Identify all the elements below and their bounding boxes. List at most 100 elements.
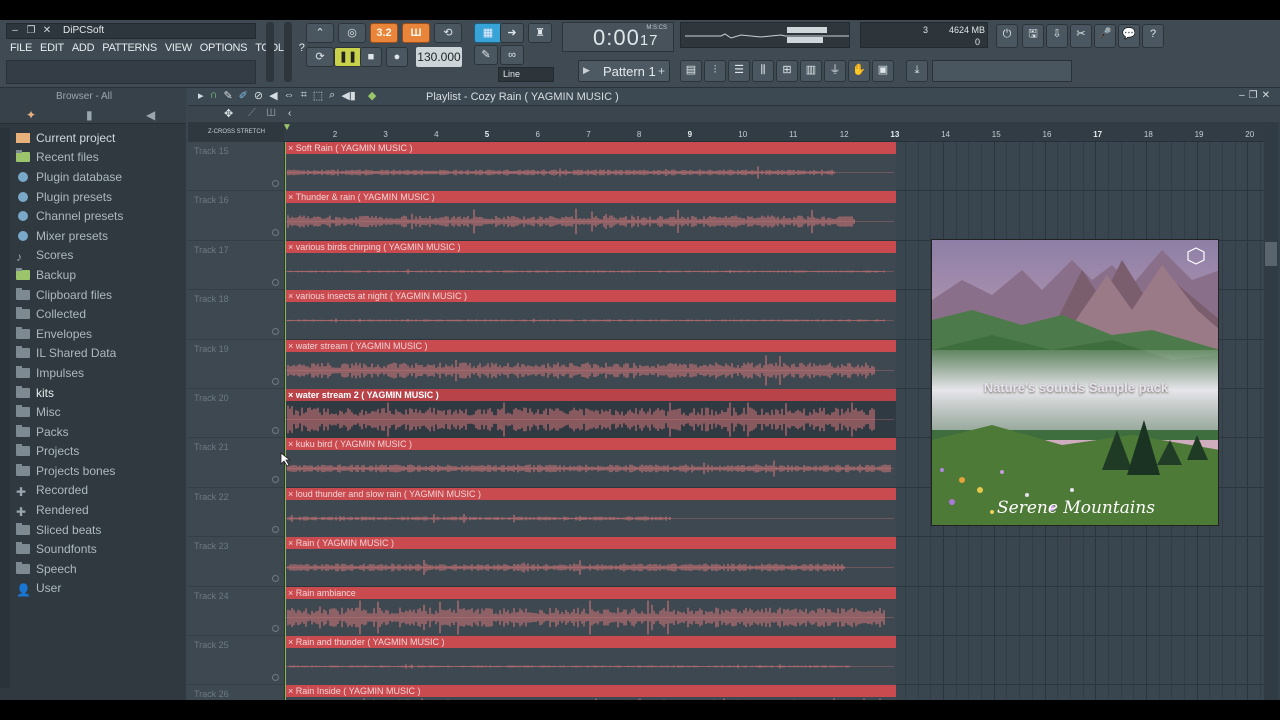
clip-close-icon[interactable]: × <box>288 637 296 647</box>
playhead[interactable] <box>285 142 286 700</box>
stop-button[interactable]: ■ <box>360 47 382 67</box>
clip-header[interactable]: × loud thunder and slow rain ( YAGMIN MU… <box>286 487 896 500</box>
touch-keyboard-icon[interactable]: ▣ <box>872 60 894 82</box>
browser-item-plugin-presets[interactable]: Plugin presets <box>10 187 186 207</box>
browser-icon[interactable]: ▥ <box>800 60 822 82</box>
clip-close-icon[interactable]: × <box>288 390 296 400</box>
track-header[interactable]: Track 24 <box>188 587 284 636</box>
vertical-scrollbar[interactable] <box>1264 122 1278 700</box>
typing-keyboard-button[interactable]: ▦ <box>474 23 502 43</box>
track-mute-led[interactable] <box>272 180 279 187</box>
track-mute-led[interactable] <box>272 427 279 434</box>
clip-close-icon[interactable]: × <box>288 242 296 252</box>
plugin-picker-icon[interactable]: ⊞ <box>776 60 798 82</box>
mixer-icon[interactable]: ⫼ <box>752 60 774 82</box>
clip-header[interactable]: × Rain Inside ( YAGMIN MUSIC ) <box>286 685 896 698</box>
piano-roll-icon[interactable]: ⫶ <box>704 60 726 82</box>
menu-view[interactable]: VIEW <box>161 40 196 58</box>
browser-item-recent-files[interactable]: Recent files <box>10 148 186 168</box>
clip-header[interactable]: × Rain ( YAGMIN MUSIC ) <box>286 537 896 550</box>
browser-item-backup[interactable]: Backup <box>10 265 186 285</box>
clip-close-icon[interactable]: × <box>288 143 296 153</box>
menu-add[interactable]: ADD <box>68 40 98 58</box>
browser-item-rendered[interactable]: ✚ Rendered <box>10 500 186 520</box>
browser-item-projects-bones[interactable]: Projects bones <box>10 461 186 481</box>
track-header[interactable]: Track 26 <box>188 685 284 700</box>
clip-close-icon[interactable]: × <box>288 489 296 499</box>
master-pitch-slider[interactable] <box>284 22 292 82</box>
track-mute-led[interactable] <box>272 328 279 336</box>
clip-close-icon[interactable]: × <box>288 588 296 598</box>
track-mute-led[interactable] <box>272 575 279 583</box>
browser-speaker-icon[interactable]: ◀ <box>146 108 155 122</box>
reset-icon[interactable]: ⏻ <box>996 24 1018 48</box>
track-header[interactable]: Track 21 <box>188 438 284 488</box>
tempo-display[interactable]: 130.000 <box>416 47 462 67</box>
render-icon[interactable]: ⇩ <box>1046 24 1068 48</box>
track-mute-led[interactable] <box>272 377 279 385</box>
vertical-scroll-thumb[interactable] <box>1265 242 1277 266</box>
track-mute-led[interactable] <box>272 476 279 484</box>
browser-item-plugin-database[interactable]: Plugin database <box>10 167 186 187</box>
audio-clip[interactable]: × Rain Inside ( YAGMIN MUSIC ) <box>286 685 896 700</box>
track-header[interactable]: Track 19 <box>188 340 284 389</box>
countdown-button[interactable]: 3.2 <box>370 23 398 43</box>
pattern-selector[interactable]: ▶ Pattern 1 + <box>578 60 670 82</box>
browser-item-user[interactable]: 👤 User <box>10 579 186 599</box>
timeline-ruler[interactable]: ▼ 2 3 4 5 6 7 8 9 10 11 12 13 14 15 16 17 18 19 20 <box>282 122 1264 142</box>
menu-file[interactable]: FILE <box>6 40 36 58</box>
cut-icon[interactable]: ✂ <box>1070 24 1092 48</box>
track-header[interactable]: Track 23 <box>188 537 284 587</box>
clip-close-icon[interactable]: × <box>288 439 296 449</box>
menu-patterns[interactable]: PATTERNS <box>98 40 161 58</box>
track-mute-led[interactable] <box>272 278 279 286</box>
tempo-tapper-icon[interactable]: ✋ <box>848 60 870 82</box>
draw-tool-icon[interactable]: ✎ <box>223 89 232 105</box>
track-header[interactable]: Track 18 <box>188 290 284 340</box>
audio-clip[interactable]: × various birds chirping ( YAGMIN MUSIC … <box>286 240 896 290</box>
audio-clip[interactable]: × Soft Rain ( YAGMIN MUSIC ) <box>286 142 896 191</box>
audio-clip[interactable]: × Rain and thunder ( YAGMIN MUSIC ) <box>286 636 896 685</box>
clip-header[interactable]: × various birds chirping ( YAGMIN MUSIC … <box>286 240 896 253</box>
browser-item-mixer-presets[interactable]: Mixer presets <box>10 226 186 246</box>
audio-clip[interactable]: × loud thunder and slow rain ( YAGMIN MU… <box>286 487 896 537</box>
track-header[interactable]: Track 16 <box>188 191 284 241</box>
track-mute-led[interactable] <box>272 229 279 237</box>
browser-collapse-icon[interactable]: ✦ <box>26 108 36 122</box>
pattern-prev-icon[interactable]: ▶ <box>583 65 590 76</box>
browser-scrollbar[interactable] <box>0 128 10 688</box>
clip-header[interactable]: × Rain ambiance <box>286 586 896 599</box>
wait-button[interactable]: ◎ <box>338 23 366 43</box>
clip-header[interactable]: × Rain and thunder ( YAGMIN MUSIC ) <box>286 636 896 648</box>
browser-item-current-project[interactable]: Current project <box>10 128 186 148</box>
browser-item-collected[interactable]: Collected <box>10 304 186 324</box>
blend-button[interactable]: Ш <box>402 23 430 43</box>
playlist-window-controls[interactable]: –❐✕ <box>1239 90 1274 101</box>
audio-clip[interactable]: × kuku bird ( YAGMIN MUSIC ) <box>286 438 896 488</box>
browser-item-clipboard-files[interactable]: Clipboard files <box>10 285 186 305</box>
browser-item-recorded[interactable]: ✚ Recorded <box>10 481 186 501</box>
channel-rack-icon[interactable]: ☰ <box>728 60 750 82</box>
slice-tool-icon[interactable]: ⌗ <box>301 89 307 105</box>
clip-header[interactable]: × various insects at night ( YAGMIN MUSI… <box>286 290 896 303</box>
browser-item-soundfonts[interactable]: Soundfonts <box>10 539 186 559</box>
browser-item-channel-presets[interactable]: Channel presets <box>10 206 186 226</box>
audio-clip[interactable]: × Rain ( YAGMIN MUSIC ) <box>286 537 896 587</box>
browser-item-sliced-beats[interactable]: Sliced beats <box>10 520 186 540</box>
snap-select[interactable]: Line <box>498 67 554 82</box>
time-display[interactable]: 0:0017 M:S:CS <box>562 22 674 52</box>
playback-tool-icon[interactable]: ◀▮ <box>341 89 356 105</box>
audio-clip[interactable]: × water stream 2 ( YAGMIN MUSIC ) <box>286 389 896 438</box>
step-edit-button[interactable]: ➜ <box>500 23 524 43</box>
clip-header[interactable]: × water stream ( YAGMIN MUSIC ) <box>286 339 896 352</box>
master-volume-slider[interactable] <box>266 22 274 82</box>
menu-options[interactable]: OPTIONS <box>196 40 251 58</box>
audio-clip[interactable]: × Thunder & rain ( YAGMIN MUSIC ) <box>286 191 896 241</box>
resize-icon[interactable]: ✥ <box>224 107 233 120</box>
paint-tool-icon[interactable]: ✐ <box>239 89 248 105</box>
browser-search-icon[interactable]: ▮ <box>86 108 93 122</box>
track-mute-led[interactable] <box>272 624 279 632</box>
clip-close-icon[interactable]: × <box>288 686 296 696</box>
slip-tool-icon[interactable]: ⇔ <box>284 89 295 105</box>
pause-button[interactable]: ❚❚ <box>334 47 362 67</box>
